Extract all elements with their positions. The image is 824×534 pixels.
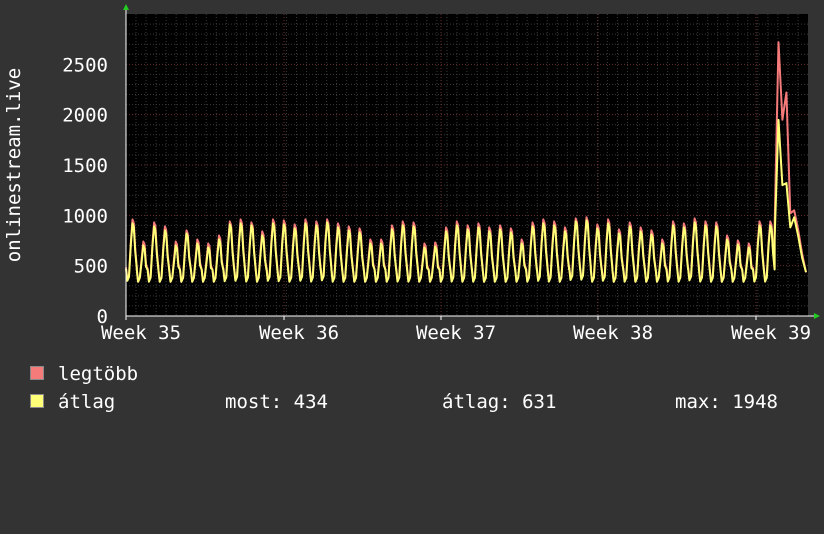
- legend-max-swatch: [30, 366, 44, 380]
- x-tick-label: Week 35: [101, 322, 181, 344]
- legend-avg-label: átlag: [58, 391, 116, 413]
- legend-max: legtöbb: [30, 362, 810, 386]
- y-axis-label-wrap: onlinestream.live: [0, 0, 28, 320]
- x-tick-label: Week 39: [731, 322, 811, 344]
- grid: [126, 14, 808, 316]
- stat-now: most: 434: [225, 391, 328, 413]
- x-tick-label: Week 36: [259, 322, 339, 344]
- y-axis-label: onlinestream.live: [3, 67, 25, 263]
- legend-avg: átlag most: 434 átlag: 631 max: 1948: [30, 390, 810, 414]
- stat-avg: átlag: 631: [442, 391, 557, 413]
- legend-avg-swatch: [30, 394, 44, 408]
- x-tick-label: Week 38: [573, 322, 653, 344]
- y-tick-label: 500: [74, 256, 108, 278]
- y-tick-label: 1000: [62, 205, 108, 227]
- y-tick-label: 2000: [62, 105, 108, 127]
- x-axis-arrow: [814, 313, 820, 319]
- x-tick-label: Week 37: [416, 322, 496, 344]
- y-tick-label: 2500: [62, 54, 108, 76]
- legend-max-label: legtöbb: [58, 363, 139, 385]
- y-tick-label: 1500: [62, 155, 108, 177]
- stat-max: max: 1948: [675, 391, 778, 413]
- y-axis-arrow: [123, 4, 129, 10]
